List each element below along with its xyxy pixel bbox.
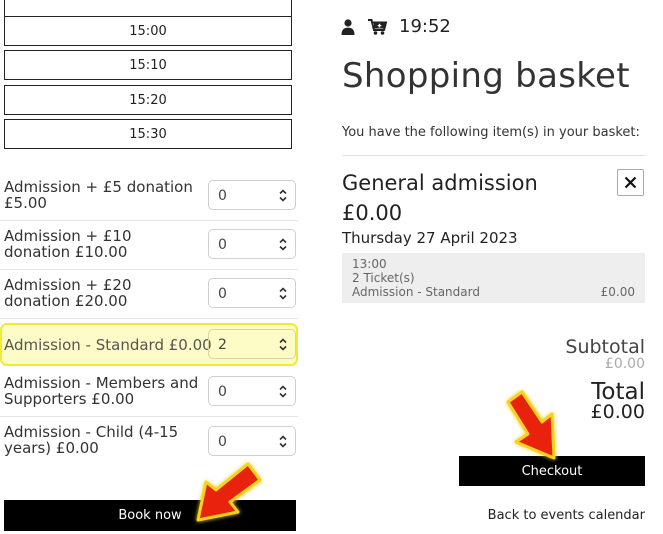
quantity-value: 0 (218, 188, 227, 204)
time-slot-button[interactable]: 15:20 (4, 85, 292, 115)
subtotal-value: £0.00 (604, 356, 645, 372)
quantity-value: 2 (218, 337, 227, 353)
basket-item-details: 13:00 2 Ticket(s) Admission - Standard £… (342, 253, 645, 303)
header-time: 19:52 (399, 16, 451, 37)
basket-item-date: Thursday 27 April 2023 (342, 229, 518, 247)
basket-intro: You have the following item(s) in your b… (342, 125, 640, 140)
page-title: Shopping basket (342, 56, 630, 96)
updown-chevron-icon (279, 238, 287, 251)
updown-chevron-icon (279, 338, 287, 351)
user-icon[interactable] (341, 19, 355, 35)
time-slot-button[interactable]: 15:10 (4, 50, 292, 80)
basket-item-name: General admission (342, 171, 538, 195)
ticket-label: Admission - Members and Supporters £0.00 (4, 374, 199, 408)
updown-chevron-icon (279, 287, 287, 300)
ticket-row: Admission + £5 donation £5.00 0 (0, 172, 298, 221)
detail-ticket-count: 2 Ticket(s) (352, 271, 415, 285)
quantity-select[interactable]: 0 (208, 180, 296, 210)
time-slot-button[interactable]: 15:00 (4, 16, 292, 46)
ticket-label: Admission - Child (4-15 years) £0.00 (4, 423, 179, 457)
basket-item-price: £0.00 (342, 201, 403, 225)
remove-item-button[interactable] (617, 169, 644, 196)
ticket-label: Admission + £10 donation £10.00 (4, 227, 132, 261)
red-arrow-annotation-book-now (196, 462, 262, 522)
ticket-row: Admission - Members and Supporters £0.00… (0, 368, 298, 417)
ticket-row-standard: Admission - Standard £0.00 2 (0, 323, 298, 366)
time-slot-button[interactable]: 15:30 (4, 119, 292, 149)
ticket-label: Admission + £20 donation £20.00 (4, 276, 132, 310)
quantity-select[interactable]: 0 (208, 376, 296, 406)
quantity-select[interactable]: 0 (208, 278, 296, 308)
ticket-row: Admission + £20 donation £20.00 0 (0, 270, 298, 319)
detail-ticket-type: Admission - Standard (352, 285, 480, 299)
detail-time: 13:00 (352, 257, 387, 271)
quantity-select[interactable]: 0 (208, 426, 296, 456)
updown-chevron-icon (279, 189, 287, 202)
quantity-value: 0 (218, 384, 227, 400)
divider (342, 155, 645, 156)
ticket-label: Admission - Standard £0.00 (4, 336, 212, 354)
quantity-select[interactable]: 0 (208, 229, 296, 259)
ticket-label: Admission + £5 donation £5.00 (4, 178, 193, 212)
ticket-row: Admission + £10 donation £10.00 0 (0, 221, 298, 270)
back-to-events-link[interactable]: Back to events calendar (488, 508, 645, 523)
updown-chevron-icon (279, 435, 287, 448)
quantity-select[interactable]: 2 (208, 329, 296, 359)
subtotal-label: Subtotal (565, 336, 645, 358)
quantity-value: 0 (218, 237, 227, 253)
detail-ticket-price: £0.00 (600, 285, 635, 299)
quantity-value: 0 (218, 286, 227, 302)
total-value: £0.00 (590, 401, 645, 423)
quantity-value: 0 (218, 434, 227, 450)
cart-icon[interactable] (368, 19, 387, 35)
close-icon (624, 176, 637, 189)
updown-chevron-icon (279, 385, 287, 398)
red-arrow-annotation-checkout (506, 390, 556, 460)
